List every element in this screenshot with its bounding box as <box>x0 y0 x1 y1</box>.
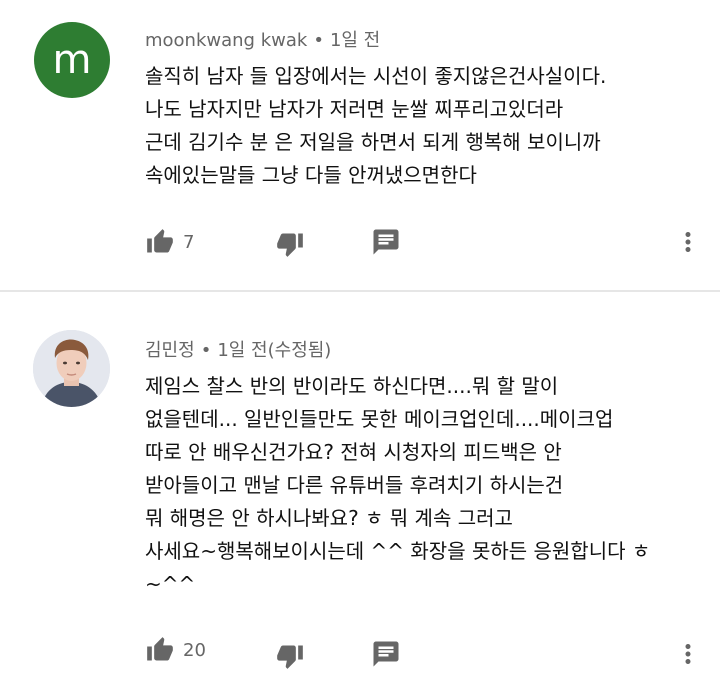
avatar[interactable] <box>33 330 110 407</box>
comment-meta: 김민정 • 1일 전(수정됨) <box>145 336 331 362</box>
comment-meta: moonkwang kwak • 1일 전 <box>145 26 380 52</box>
like-button[interactable]: 20 <box>145 632 206 668</box>
more-button[interactable] <box>673 636 703 672</box>
thumb-down-icon <box>275 642 305 670</box>
more-button[interactable] <box>673 224 703 260</box>
reply-button[interactable] <box>371 636 401 672</box>
comment-text: 제임스 찰스 반의 반이라도 하신다면....뭐 할 말이 없을텐데... 일반… <box>145 374 651 596</box>
thumb-up-icon <box>145 636 175 664</box>
like-count: 7 <box>183 231 195 253</box>
like-button[interactable]: 7 <box>145 224 194 260</box>
comment-actions: 7 <box>145 224 705 260</box>
meta-separator: • <box>313 30 324 51</box>
comment-time[interactable]: 1일 전 <box>330 30 380 51</box>
author-name[interactable]: 김민정 <box>145 340 195 361</box>
dislike-button[interactable] <box>275 638 305 674</box>
reply-button[interactable] <box>371 224 401 260</box>
comment-icon <box>371 639 401 669</box>
author-name[interactable]: moonkwang kwak <box>145 30 307 51</box>
thumb-down-icon <box>275 230 305 258</box>
avatar[interactable]: m <box>34 22 110 98</box>
meta-separator: • <box>200 340 212 361</box>
comment-1: m moonkwang kwak • 1일 전 솔직히 남자 들 입장에서는 시선이… <box>0 0 720 290</box>
thumb-up-icon <box>145 228 175 256</box>
comment-text: 솔직히 남자 들 입장에서는 시선이 좋지않은건사실이다. 나도 남자지만 남자… <box>145 64 607 187</box>
more-vert-icon <box>673 638 703 670</box>
comment-time[interactable]: 1일 전(수정됨) <box>217 340 331 361</box>
comment-icon <box>371 227 401 257</box>
like-count: 20 <box>183 639 206 661</box>
comment-divider <box>0 290 720 292</box>
avatar-photo-icon <box>33 330 110 407</box>
more-vert-icon <box>673 226 703 258</box>
comment-actions: 20 <box>145 632 705 669</box>
dislike-button[interactable] <box>275 226 305 262</box>
